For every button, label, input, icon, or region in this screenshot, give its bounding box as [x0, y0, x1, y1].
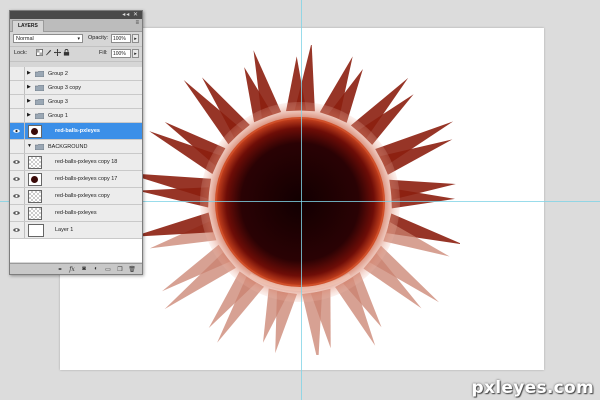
lock-image-pixels-icon[interactable] — [45, 49, 52, 56]
layer-list: ▶ Group 2 ▶ Group 3 copy ▶ Group 3 ▶ Gro… — [10, 67, 142, 262]
layer-name: Group 2 — [48, 70, 68, 77]
eye-icon — [13, 211, 20, 215]
layer-row-group-3[interactable]: ▶ Group 3 — [10, 95, 142, 109]
opacity-dropdown-icon[interactable]: ▸ — [132, 34, 139, 43]
chevron-down-icon: ▾ — [77, 36, 80, 42]
layer-name: Group 1 — [48, 112, 68, 119]
tab-layers[interactable]: LAYERS — [12, 20, 44, 32]
layer-thumbnail — [28, 173, 42, 186]
layer-row-copy-17[interactable]: red-balls-pxleyes copy 17 — [10, 171, 142, 188]
new-group-icon[interactable]: ▭ — [104, 266, 112, 273]
visibility-toggle[interactable] — [10, 67, 25, 80]
layer-name: red-balls-pxleyes copy — [55, 193, 110, 199]
spiky-red-orb-artwork — [140, 45, 460, 355]
layer-row-group-3-copy[interactable]: ▶ Group 3 copy — [10, 81, 142, 95]
visibility-toggle[interactable] — [10, 109, 25, 122]
eye-icon — [13, 228, 20, 232]
lock-transparent-pixels-icon[interactable] — [36, 49, 43, 56]
expand-arrow-icon[interactable]: ▶ — [27, 71, 31, 76]
fill-field[interactable]: 100% — [111, 49, 131, 58]
folder-icon — [35, 70, 44, 77]
expand-arrow-icon[interactable]: ▶ — [27, 113, 31, 118]
layer-thumbnail — [28, 190, 42, 203]
orb-core — [215, 117, 385, 287]
visibility-toggle[interactable] — [10, 154, 25, 170]
layer-row-red-balls-pxleyes-selected[interactable]: red-balls-pxleyes — [10, 123, 142, 140]
layer-row-group-1[interactable]: ▶ Group 1 — [10, 109, 142, 123]
blend-mode-select[interactable]: Normal ▾ — [13, 34, 83, 43]
layer-row-copy[interactable]: red-balls-pxleyes copy — [10, 188, 142, 205]
vertical-guide[interactable] — [301, 0, 302, 400]
visibility-toggle[interactable] — [10, 205, 25, 221]
layer-name: red-balls-pxleyes copy 17 — [55, 176, 118, 182]
visibility-toggle[interactable] — [10, 95, 25, 108]
lock-position-icon[interactable] — [54, 49, 61, 56]
layer-row-copy-18[interactable]: red-balls-pxleyes copy 18 — [10, 154, 142, 171]
layer-name: red-balls-pxleyes — [55, 210, 97, 216]
watermark-text: pxleyes.com — [471, 378, 594, 398]
adjustment-layer-icon[interactable]: ◐ — [92, 266, 100, 272]
visibility-toggle[interactable] — [10, 123, 25, 139]
layer-thumbnail — [28, 224, 44, 237]
collapse-arrow-icon[interactable]: ▼ — [27, 144, 32, 149]
visibility-toggle[interactable] — [10, 81, 25, 94]
fill-dropdown-icon[interactable]: ▸ — [132, 49, 139, 58]
add-mask-icon[interactable]: ◙ — [80, 266, 88, 272]
layer-row-group-2[interactable]: ▶ Group 2 — [10, 67, 142, 81]
blend-opacity-row: Normal ▾ Opacity: 100% ▸ — [10, 32, 142, 47]
layer-name: Group 3 — [48, 98, 68, 105]
panel-title-strip[interactable]: ◂◂ ✕ — [10, 11, 142, 19]
visibility-toggle[interactable] — [10, 222, 25, 238]
layer-name: Group 3 copy — [48, 84, 82, 91]
lock-label: Lock: — [14, 50, 28, 56]
visibility-toggle[interactable] — [10, 171, 25, 187]
link-layers-icon[interactable]: ⚭ — [56, 266, 64, 273]
layer-name: Layer 1 — [55, 227, 74, 233]
visibility-toggle[interactable] — [10, 188, 25, 204]
layers-panel: ◂◂ ✕ LAYERS ≡ Normal ▾ Opacity: 100% ▸ L… — [9, 10, 143, 275]
expand-arrow-icon[interactable]: ▶ — [27, 85, 31, 90]
layer-thumbnail — [28, 156, 42, 169]
layer-thumbnail — [28, 207, 42, 220]
trash-icon[interactable]: 🗑 — [128, 266, 136, 273]
lock-all-icon[interactable] — [63, 49, 70, 56]
eye-icon — [13, 177, 20, 181]
panel-collapse-close-icon[interactable]: ◂◂ ✕ — [122, 11, 139, 19]
new-layer-icon[interactable]: ❐ — [116, 266, 124, 273]
layer-name: red-balls-pxleyes — [55, 128, 100, 134]
panel-menu-icon[interactable]: ≡ — [135, 20, 139, 26]
eye-icon — [13, 129, 20, 133]
folder-icon — [35, 112, 44, 119]
folder-icon — [35, 143, 44, 150]
blend-mode-value: Normal — [16, 36, 34, 42]
layer-name: red-balls-pxleyes copy 18 — [55, 159, 118, 165]
opacity-field[interactable]: 100% — [111, 34, 131, 43]
panel-bottom-toolbar: ⚭ fx ◙ ◐ ▭ ❐ 🗑 — [10, 263, 142, 274]
folder-icon — [35, 98, 44, 105]
opacity-label: Opacity: — [88, 35, 109, 41]
panel-tab-row: LAYERS ≡ — [10, 19, 142, 32]
eye-icon — [13, 194, 20, 198]
layer-row-layer-1[interactable]: Layer 1 — [10, 222, 142, 239]
layer-row-background-group[interactable]: ▼ BACKGROUND — [10, 140, 142, 154]
fill-label: Fill: — [99, 50, 108, 56]
folder-icon — [35, 84, 44, 91]
layer-style-fx-icon[interactable]: fx — [68, 266, 76, 273]
lock-fill-row: Lock: Fill: 100% ▸ — [10, 47, 142, 62]
layer-row-red-balls-pxleyes[interactable]: red-balls-pxleyes — [10, 205, 142, 222]
eye-icon — [13, 160, 20, 164]
visibility-toggle[interactable] — [10, 140, 25, 153]
layer-thumbnail — [28, 125, 42, 138]
expand-arrow-icon[interactable]: ▶ — [27, 99, 31, 104]
layer-name: BACKGROUND — [48, 143, 88, 150]
